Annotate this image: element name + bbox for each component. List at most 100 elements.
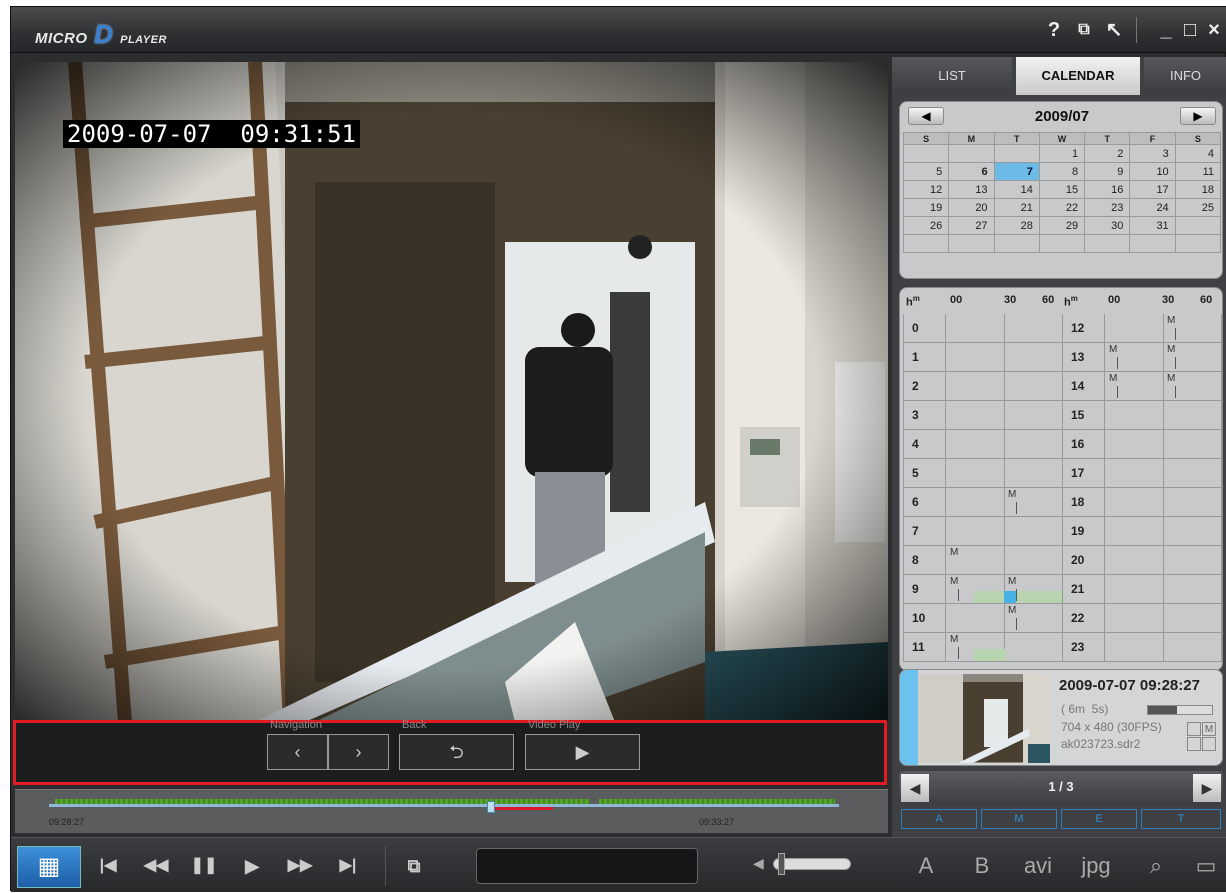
- play-button[interactable]: ▶: [235, 850, 269, 882]
- half-hour-cell[interactable]: [1005, 546, 1063, 575]
- hour-row[interactable]: 17: [1062, 459, 1222, 488]
- title-bar[interactable]: MICRO D PLAYER ? ⧉ ↖ _ □ ×: [11, 7, 1226, 53]
- hour-row[interactable]: 3: [903, 401, 1063, 430]
- hour-row[interactable]: 15: [1062, 401, 1222, 430]
- half-hour-cell[interactable]: [1105, 546, 1164, 575]
- calendar-day[interactable]: 13: [948, 180, 995, 199]
- calendar-day[interactable]: 27: [948, 216, 995, 235]
- hour-row[interactable]: 12 M: [1062, 314, 1222, 343]
- calendar-day[interactable]: 22: [1038, 198, 1086, 217]
- half-hour-cell[interactable]: [1105, 401, 1164, 430]
- calendar-day[interactable]: 9: [1084, 162, 1131, 181]
- recording-preview[interactable]: 2009-07-07 09:28:27 ( 6m 5s) 704 x 480 (…: [899, 669, 1223, 766]
- calendar-day[interactable]: 14: [993, 180, 1040, 199]
- tab-calendar[interactable]: CALENDAR: [1016, 57, 1140, 95]
- calendar-day[interactable]: 21: [993, 198, 1040, 217]
- close-icon[interactable]: ×: [1201, 17, 1226, 43]
- hour-row[interactable]: 18: [1062, 488, 1222, 517]
- calendar-day[interactable]: 16: [1084, 180, 1131, 199]
- calendar-day[interactable]: 31: [1129, 216, 1176, 235]
- calendar-day[interactable]: 6: [948, 162, 995, 181]
- hour-row[interactable]: 21: [1062, 575, 1222, 604]
- hour-row[interactable]: 23: [1062, 633, 1222, 662]
- video-play-button[interactable]: ▶: [525, 734, 640, 770]
- export-jpg-button[interactable]: jpg: [1071, 850, 1121, 882]
- hour-row[interactable]: 4: [903, 430, 1063, 459]
- hour-row[interactable]: 7: [903, 517, 1063, 546]
- next-frame-button[interactable]: ›: [328, 734, 389, 770]
- half-hour-cell[interactable]: [1005, 633, 1063, 662]
- hour-row[interactable]: 20: [1062, 546, 1222, 575]
- timeline-track[interactable]: [49, 804, 839, 807]
- hour-row[interactable]: 10 M: [903, 604, 1063, 633]
- calendar-day[interactable]: 24: [1129, 198, 1176, 217]
- hour-row[interactable]: 13 M M: [1062, 343, 1222, 372]
- mark-a-button[interactable]: A: [911, 850, 941, 882]
- hour-row[interactable]: 1: [903, 343, 1063, 372]
- half-hour-cell[interactable]: [1164, 459, 1222, 488]
- half-hour-cell[interactable]: [1105, 488, 1164, 517]
- half-hour-cell[interactable]: [1105, 575, 1164, 604]
- volume-icon[interactable]: ◀: [753, 855, 764, 872]
- prev-frame-button[interactable]: ‹: [267, 734, 328, 770]
- hour-row[interactable]: 0: [903, 314, 1063, 343]
- filter-t-button[interactable]: T: [1141, 809, 1221, 829]
- half-hour-cell[interactable]: [946, 401, 1005, 430]
- half-hour-cell[interactable]: [1105, 633, 1164, 662]
- half-hour-cell[interactable]: [946, 459, 1005, 488]
- filter-a-button[interactable]: A: [901, 809, 977, 829]
- calendar-day[interactable]: 18: [1174, 180, 1222, 199]
- tools-icon[interactable]: ↖: [1101, 17, 1127, 43]
- pager-next-button[interactable]: ▶: [1193, 774, 1221, 802]
- help-icon[interactable]: ?: [1041, 17, 1067, 43]
- rewind-button[interactable]: ◀◀: [139, 850, 173, 882]
- half-hour-cell[interactable]: [1005, 372, 1063, 401]
- filter-e-button[interactable]: E: [1061, 809, 1137, 829]
- recording-bar[interactable]: [974, 649, 1006, 661]
- half-hour-cell[interactable]: [946, 343, 1005, 372]
- calendar-day[interactable]: 28: [993, 216, 1040, 235]
- hour-row[interactable]: 2: [903, 372, 1063, 401]
- export-avi-button[interactable]: avi: [1013, 850, 1063, 882]
- half-hour-cell[interactable]: [1164, 575, 1222, 604]
- calendar-day[interactable]: 19: [902, 198, 950, 217]
- calendar-day[interactable]: 1: [1038, 144, 1086, 163]
- half-hour-cell[interactable]: [1105, 517, 1164, 546]
- calendar-day[interactable]: 29: [1038, 216, 1086, 235]
- half-hour-cell[interactable]: [946, 488, 1005, 517]
- half-hour-cell[interactable]: [1005, 314, 1063, 343]
- recording-bar[interactable]: [974, 591, 1064, 603]
- calendar-day[interactable]: 4: [1174, 144, 1222, 163]
- half-hour-cell[interactable]: [946, 372, 1005, 401]
- half-hour-cell[interactable]: [1005, 430, 1063, 459]
- snapshot-icon[interactable]: ⧉: [397, 850, 431, 882]
- half-hour-cell[interactable]: [1005, 343, 1063, 372]
- video-view[interactable]: 2009-07-07 09:31:51: [15, 62, 888, 722]
- half-hour-cell[interactable]: [1164, 517, 1222, 546]
- hour-row[interactable]: 14 M M: [1062, 372, 1222, 401]
- calendar-day[interactable]: 26: [902, 216, 950, 235]
- hour-row[interactable]: 22: [1062, 604, 1222, 633]
- half-hour-cell[interactable]: [1105, 430, 1164, 459]
- mark-b-button[interactable]: B: [967, 850, 997, 882]
- calendar-day[interactable]: 2: [1084, 144, 1131, 163]
- half-hour-cell[interactable]: [1164, 401, 1222, 430]
- screen-icon[interactable]: ⧉: [1071, 17, 1097, 43]
- half-hour-cell[interactable]: [946, 517, 1005, 546]
- calendar-day[interactable]: 10: [1129, 162, 1176, 181]
- recording-bar[interactable]: [1004, 591, 1016, 603]
- calendar-day[interactable]: 17: [1129, 180, 1176, 199]
- tab-list[interactable]: LIST: [892, 57, 1012, 95]
- calendar-day[interactable]: 20: [948, 198, 995, 217]
- search-icon[interactable]: ⌕: [1139, 850, 1173, 882]
- maximize-icon[interactable]: □: [1177, 17, 1203, 43]
- next-month-button[interactable]: ▶: [1180, 107, 1216, 125]
- tab-info[interactable]: INFO: [1144, 57, 1226, 95]
- grid-layout-button[interactable]: ▦: [17, 846, 81, 888]
- calendar-day[interactable]: 3: [1129, 144, 1176, 163]
- half-hour-cell[interactable]: [1164, 604, 1222, 633]
- calendar-day[interactable]: 5: [902, 162, 950, 181]
- half-hour-cell[interactable]: [1105, 604, 1164, 633]
- back-button[interactable]: ⮌: [399, 734, 514, 770]
- half-hour-cell[interactable]: [946, 604, 1005, 633]
